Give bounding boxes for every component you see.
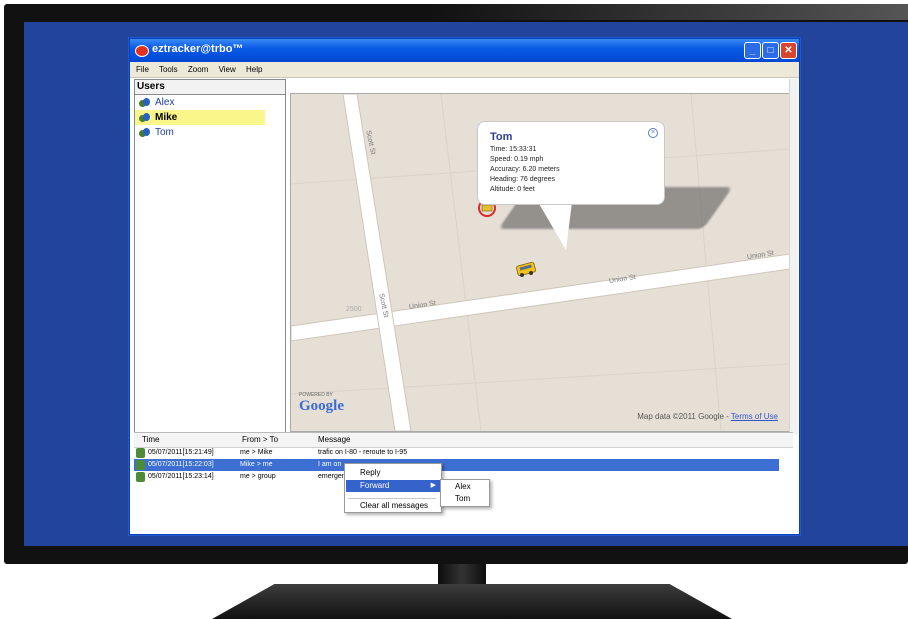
menu-view[interactable]: View [219,65,236,74]
user-icon [139,128,151,138]
map-attribution: Map data ©2011 Google - Terms of Use [637,412,778,421]
message-row-selected[interactable]: 05/07/2011[15:22:03] Mike > me I am on [134,459,779,471]
user-name: Tom [155,127,174,138]
menu-bar: File Tools Zoom View Help [130,62,799,78]
menu-item-forward-label: Forward [360,481,390,490]
user-icon [139,113,151,123]
user-name: Alex [155,97,175,108]
google-logo: Google [299,398,344,414]
submenu-item-tom[interactable]: Tom [455,493,470,505]
column-time[interactable]: Time [142,433,159,447]
title-bar[interactable]: eztracker@trbo™ _ □ ✕ [130,39,799,62]
message-text: emergen [318,473,346,480]
popup-speed: Speed: 0.19 mph [490,156,544,163]
menu-help[interactable]: Help [246,65,262,74]
users-header: Users [135,80,285,95]
app-logo-icon [135,45,149,57]
forward-submenu: Alex Tom [440,479,490,507]
message-from-to: Mike > me [240,461,273,468]
map-view[interactable]: Scott St Scott St Union St Union St Unio… [290,93,791,432]
popup-time: Time: 15:33:31 [490,146,537,153]
street-number: 2500 [346,306,362,313]
users-panel: Users Alex Mike Tom [134,79,286,436]
maximize-button[interactable]: □ [762,42,779,59]
minimize-button[interactable]: _ [744,42,761,59]
user-item-mike[interactable]: Mike [135,110,265,125]
map-scrollbar[interactable] [789,79,798,434]
popup-heading: Heading: 76 degrees [490,176,555,183]
terms-of-use-link[interactable]: Terms of Use [731,412,778,421]
menu-file[interactable]: File [136,65,149,74]
menu-tools[interactable]: Tools [159,65,178,74]
context-menu: Reply Forward ▶ Clear all messages [344,463,442,513]
menu-item-forward[interactable]: Forward ▶ [346,480,440,492]
message-time: 05/07/2011[15:23:14] [148,473,214,480]
message-from-to: me > group [240,473,276,480]
menu-item-reply[interactable]: Reply [346,467,440,479]
message-user-icon [136,460,145,470]
message-time: 05/07/2011[15:21:49] [148,449,214,456]
column-message[interactable]: Message [318,433,350,447]
monitor-stand-base [212,584,732,619]
window-title: eztracker@trbo™ [152,43,244,55]
user-item-alex[interactable]: Alex [135,95,265,110]
message-from-to: me > Mike [240,449,273,456]
submenu-item-alex[interactable]: Alex [455,481,471,493]
map-data-text: Map data ©2011 Google - [637,412,729,421]
column-from-to[interactable]: From > To [242,433,278,447]
message-time: 05/07/2011[15:22:03] [148,461,214,468]
popup-close-icon[interactable]: × [648,128,658,138]
submenu-arrow-icon: ▶ [430,482,436,489]
popup-altitude: Altitude: 0 feet [490,186,535,193]
bus-marker-icon[interactable] [515,258,539,280]
message-user-icon [136,448,145,458]
popup-user-name: Tom [490,131,513,143]
user-item-tom[interactable]: Tom [135,125,265,140]
message-text: I am on [318,461,342,468]
user-icon [139,98,151,108]
info-popup: × Tom Time: 15:33:31 Speed: 0.19 mph Acc… [477,121,665,205]
popup-accuracy: Accuracy: 6.20 meters [490,166,560,173]
user-name: Mike [155,112,178,123]
menu-zoom[interactable]: Zoom [188,65,208,74]
popup-pointer [538,202,572,250]
menu-separator [348,498,436,499]
app-window: eztracker@trbo™ _ □ ✕ File Tools Zoom Vi… [129,38,800,535]
monitor-bezel-highlight [430,4,908,20]
menu-item-clear-all[interactable]: Clear all messages [346,500,440,512]
message-row[interactable]: 05/07/2011[15:21:49] me > Mike trafic on… [134,447,779,459]
message-user-icon [136,472,145,482]
close-button[interactable]: ✕ [780,42,797,59]
message-text: trafic on I-80 - reroute to I-95 [318,449,408,456]
messages-header: Time From > To Message [134,432,793,448]
